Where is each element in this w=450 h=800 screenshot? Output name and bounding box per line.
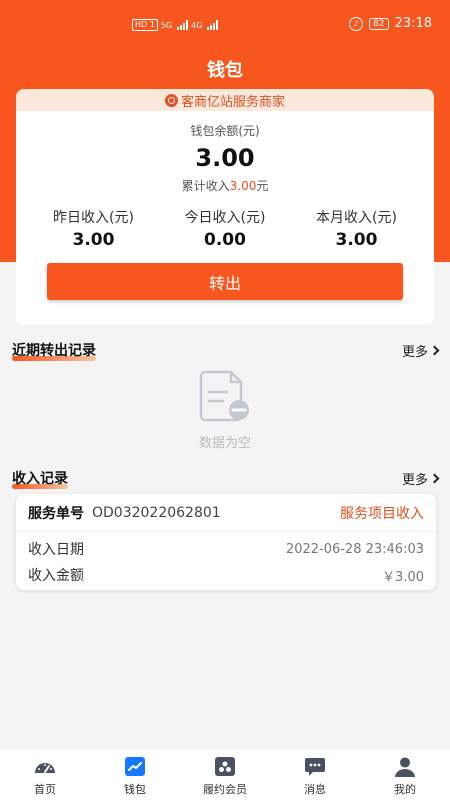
recent-withdrawals-title: 近期转出记录: [12, 340, 96, 361]
nav-item-members[interactable]: 履约会员: [180, 749, 270, 800]
income-amount-row: 收入金额 ￥3.00: [16, 562, 436, 588]
recent-withdrawals-header: 近期转出记录 更多: [12, 340, 440, 361]
wallet-card: 客商亿站服务商家 钱包余额(元) 3.00 累计收入3.00元 昨日收入(元) …: [16, 89, 434, 325]
stat-month: 本月收入(元) 3.00: [294, 207, 419, 250]
amount-label: 收入金额: [28, 568, 84, 584]
income-record-card[interactable]: 服务单号 OD032022062801 服务项目收入 收入日期 2022-06-…: [16, 494, 436, 590]
nav-label: 钱包: [124, 783, 146, 796]
stat-value: 0.00: [204, 230, 246, 250]
nav-label: 我的: [394, 783, 416, 796]
nav-item-wallet[interactable]: 钱包: [90, 749, 180, 800]
network-indicators: HD 1 5G 4G: [132, 19, 219, 31]
stat-value: 3.00: [335, 230, 378, 250]
income-record-header: 服务单号 OD032022062801 服务项目收入: [16, 494, 436, 532]
income-date-row: 收入日期 2022-06-28 23:46:03: [16, 536, 436, 562]
nav-item-profile[interactable]: 我的: [360, 749, 450, 800]
merchant-banner: 客商亿站服务商家: [16, 89, 434, 111]
network-badge: HD 1: [132, 19, 158, 31]
empty-text: 数据为空: [198, 436, 251, 451]
nav-label: 消息: [304, 783, 326, 796]
cumulative-income: 累计收入3.00元: [16, 177, 434, 194]
network-type-2: 4G: [191, 20, 203, 30]
status-time: 23:18: [394, 16, 432, 31]
message-icon: [305, 758, 325, 776]
amount-value: ￥3.00: [382, 569, 424, 585]
empty-state: 数据为空: [0, 370, 450, 451]
merchant-name: 客商亿站服务商家: [180, 94, 285, 110]
income-records-title: 收入记录: [12, 468, 68, 489]
balance-label: 钱包余额(元): [190, 124, 260, 138]
stat-label: 本月收入(元): [316, 210, 397, 226]
stat-label: 昨日收入(元): [53, 210, 134, 226]
withdraw-button[interactable]: 转出: [47, 263, 403, 300]
battery-icon: 82: [369, 17, 389, 30]
dashboard-icon: [35, 763, 55, 773]
stat-yesterday: 昨日收入(元) 3.00: [31, 207, 156, 250]
order-number: OD032022062801: [92, 504, 221, 521]
nav-item-messages[interactable]: 消息: [270, 749, 360, 800]
person-icon: [395, 757, 415, 777]
members-icon: [215, 757, 235, 776]
more-label: 更多: [401, 472, 428, 488]
signal-icon: [207, 20, 219, 30]
date-value: 2022-06-28 23:46:03: [285, 541, 424, 557]
stat-today: 今日收入(元) 0.00: [163, 207, 288, 250]
chevron-right-icon: [429, 473, 440, 483]
nav-label: 履约会员: [203, 783, 247, 796]
chart-icon: [125, 757, 145, 776]
cumulative-suffix: 元: [256, 179, 269, 193]
status-bar: HD 1 5G 4G ♪ 82 23:18: [0, 0, 450, 52]
nav-item-home[interactable]: 首页: [0, 749, 90, 800]
order-label: 服务单号: [28, 505, 84, 522]
vibrate-icon: ♪: [349, 16, 364, 31]
status-right: ♪ 82 23:18: [349, 16, 432, 31]
shop-icon: [164, 93, 178, 107]
income-records-more-link[interactable]: 更多: [401, 469, 440, 488]
network-type-1: 5G: [160, 20, 173, 30]
page-title: 钱包: [207, 60, 243, 81]
income-type: 服务项目收入: [340, 505, 424, 522]
nav-label: 首页: [34, 783, 56, 796]
bottom-nav: 首页 钱包 履约会员 消息 我的: [0, 748, 450, 800]
stat-label: 今日收入(元): [184, 210, 266, 226]
cumulative-value: 3.00: [229, 179, 257, 193]
date-label: 收入日期: [28, 542, 84, 558]
recent-withdrawals-more-link[interactable]: 更多: [401, 341, 440, 360]
stat-value: 3.00: [72, 230, 115, 250]
signal-icon: [177, 20, 189, 30]
more-label: 更多: [401, 344, 428, 360]
cumulative-prefix: 累计收入: [181, 179, 230, 193]
chevron-right-icon: [429, 345, 440, 355]
income-stats: 昨日收入(元) 3.00 今日收入(元) 0.00 本月收入(元) 3.00: [16, 207, 434, 250]
balance-value: 3.00: [195, 144, 255, 172]
income-records-header: 收入记录 更多: [12, 468, 440, 489]
empty-document-icon: [199, 370, 249, 422]
